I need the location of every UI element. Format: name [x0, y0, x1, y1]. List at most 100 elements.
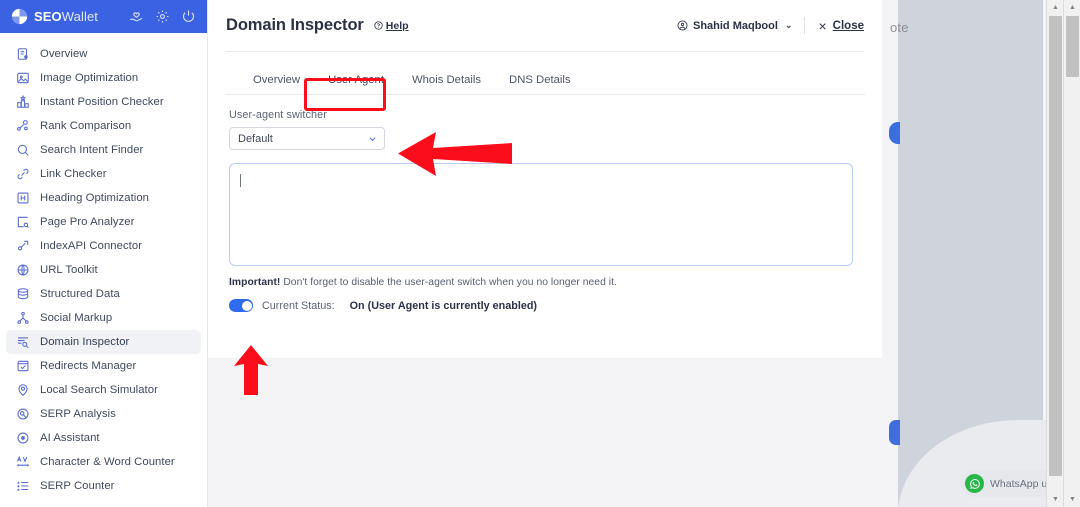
underlying-page-partial-text: ote — [890, 20, 909, 35]
sidebar-item-label: Redirects Manager — [40, 360, 137, 372]
sidebar-item-label: Search Intent Finder — [40, 144, 144, 156]
sidebar-item-label: AI Assistant — [40, 432, 100, 444]
underlying-page-blue-tab-top — [889, 122, 900, 144]
modal-title-group: Domain Inspector Help — [226, 16, 677, 35]
scroll-up-arrow-icon[interactable]: ▲ — [1047, 0, 1064, 15]
sidebar-item-label: Local Search Simulator — [40, 384, 158, 396]
rank-compare-icon — [16, 119, 30, 133]
seowallet-logo-icon — [11, 8, 28, 25]
sidebar-item-structured-data[interactable]: Structured Data — [6, 282, 201, 306]
sidebar-item-label: Structured Data — [40, 288, 120, 300]
sidebar-item-rank-comparison[interactable]: Rank Comparison — [6, 114, 201, 138]
domain-inspector-modal: Domain Inspector Help Shahid Maqbool ⌄ ×… — [208, 0, 882, 358]
sidebar-item-label: Character & Word Counter — [40, 456, 175, 468]
index-api-icon — [16, 239, 30, 253]
heading-h-icon — [16, 191, 30, 205]
sidebar-item-label: Rank Comparison — [40, 120, 132, 132]
brand-logo[interactable]: SEOWallet — [11, 8, 129, 25]
tab-dns-details[interactable]: DNS Details — [495, 66, 585, 94]
user-menu[interactable]: Shahid Maqbool ⌄ — [677, 20, 805, 32]
close-button[interactable]: × Close — [818, 19, 864, 33]
sidebar-item-serp-analysis[interactable]: SERP Analysis — [6, 402, 201, 426]
header-divider — [804, 17, 806, 34]
scroll-down-arrow-icon[interactable]: ▼ — [1047, 492, 1064, 507]
sidebar-item-label: Image Optimization — [40, 72, 139, 84]
sidebar-item-serp-counter[interactable]: SERP Counter — [6, 474, 201, 498]
sidebar-item-label: IndexAPI Connector — [40, 240, 143, 252]
share-node-icon — [16, 311, 30, 325]
close-icon: × — [818, 17, 827, 34]
sidebar-item-label: Overview — [40, 48, 88, 60]
magnifier-icon — [16, 143, 30, 157]
sidebar-item-character-word-counter[interactable]: Character & Word Counter — [6, 450, 201, 474]
chevron-down-icon: ⌄ — [784, 20, 793, 30]
sidebar-item-search-intent-finder[interactable]: Search Intent Finder — [6, 138, 201, 162]
important-notice-text: Don't forget to disable the user-agent s… — [280, 277, 617, 288]
user-agent-status-toggle[interactable] — [229, 299, 253, 312]
sidebar-item-label: URL Toolkit — [40, 264, 98, 276]
inner-scrollbar-thumb[interactable] — [1049, 16, 1062, 476]
tab-user-agent[interactable]: User Agent — [314, 66, 398, 94]
sidebar-item-page-pro-analyzer[interactable]: Page Pro Analyzer — [6, 210, 201, 234]
sidebar-item-link-checker[interactable]: Link Checker — [6, 162, 201, 186]
podium-icon — [16, 94, 30, 109]
sidebar-item-label: SERP Counter — [40, 480, 115, 492]
text-cursor — [240, 174, 241, 188]
link-icon — [16, 167, 30, 181]
sidebar-item-social-markup[interactable]: Social Markup — [6, 306, 201, 330]
tab-bar: Overview User Agent Whois Details DNS De… — [225, 66, 865, 95]
power-icon[interactable] — [181, 9, 196, 24]
settings-gear-icon[interactable] — [155, 9, 170, 24]
modal-header: Domain Inspector Help Shahid Maqbool ⌄ ×… — [208, 0, 882, 51]
toggle-knob — [241, 300, 252, 311]
sidebar-item-redirects-manager[interactable]: Redirects Manager — [6, 354, 201, 378]
document-overview-icon — [16, 47, 30, 61]
globe-icon — [16, 263, 30, 277]
user-agent-textarea[interactable] — [229, 163, 853, 266]
sidebar-item-overview[interactable]: Overview — [6, 42, 201, 66]
user-agent-switcher-value: Default — [238, 132, 273, 145]
serp-analysis-icon — [16, 407, 30, 421]
user-agent-switcher-select[interactable]: Default — [229, 127, 385, 150]
outer-scrollbar-thumb[interactable] — [1066, 16, 1079, 77]
structured-data-icon — [16, 287, 30, 301]
question-circle-icon — [374, 21, 383, 30]
help-link[interactable]: Help — [374, 20, 409, 32]
sidebar-item-instant-position-checker[interactable]: Instant Position Checker — [6, 90, 201, 114]
whatsapp-icon — [965, 474, 984, 493]
sidebar-item-label: Link Checker — [40, 168, 107, 180]
whatsapp-label: WhatsApp us — [990, 477, 1053, 490]
redirect-icon — [16, 359, 30, 373]
image-icon — [16, 71, 30, 85]
tab-label: Overview — [253, 74, 301, 86]
sidebar-item-url-toolkit[interactable]: URL Toolkit — [6, 258, 201, 282]
brand-name: SEOWallet — [34, 9, 99, 24]
serp-counter-icon — [16, 479, 30, 493]
user-agent-switcher-label: User-agent switcher — [229, 109, 327, 121]
user-agent-status-row: Current Status: On (User Agent is curren… — [229, 299, 865, 312]
ai-chat-icon — [16, 431, 30, 445]
inner-scrollbar[interactable]: ▲ ▼ — [1046, 0, 1063, 507]
tab-whois-details[interactable]: Whois Details — [398, 66, 495, 94]
current-status-value: On (User Agent is currently enabled) — [349, 299, 538, 312]
outer-scrollbar[interactable]: ▲ ▼ — [1063, 0, 1080, 507]
screen-root: ote SEOWallet Overview Image Optimizatio… — [0, 0, 1080, 507]
sidebar-item-local-search-simulator[interactable]: Local Search Simulator — [6, 378, 201, 402]
important-notice: Important! Don't forget to disable the u… — [229, 277, 865, 288]
page-scan-icon — [16, 215, 30, 229]
sidebar-item-indexapi-connector[interactable]: IndexAPI Connector — [6, 234, 201, 258]
scroll-up-arrow-icon[interactable]: ▲ — [1064, 0, 1080, 15]
scroll-down-arrow-icon[interactable]: ▼ — [1064, 492, 1080, 507]
sidebar-item-label: Domain Inspector — [40, 336, 130, 348]
sidebar-item-image-optimization[interactable]: Image Optimization — [6, 66, 201, 90]
sidebar-item-label: Social Markup — [40, 312, 113, 324]
sidebar-item-label: SERP Analysis — [40, 408, 116, 420]
sidebar-item-ai-assistant[interactable]: AI Assistant — [6, 426, 201, 450]
donate-icon[interactable] — [129, 9, 144, 24]
sidebar-item-heading-optimization[interactable]: Heading Optimization — [6, 186, 201, 210]
page-title: Domain Inspector — [226, 16, 364, 34]
close-label: Close — [832, 19, 864, 32]
sidebar-item-domain-inspector[interactable]: Domain Inspector — [6, 330, 201, 354]
sidebar-item-label: Instant Position Checker — [40, 96, 164, 108]
tab-overview[interactable]: Overview — [239, 66, 314, 94]
